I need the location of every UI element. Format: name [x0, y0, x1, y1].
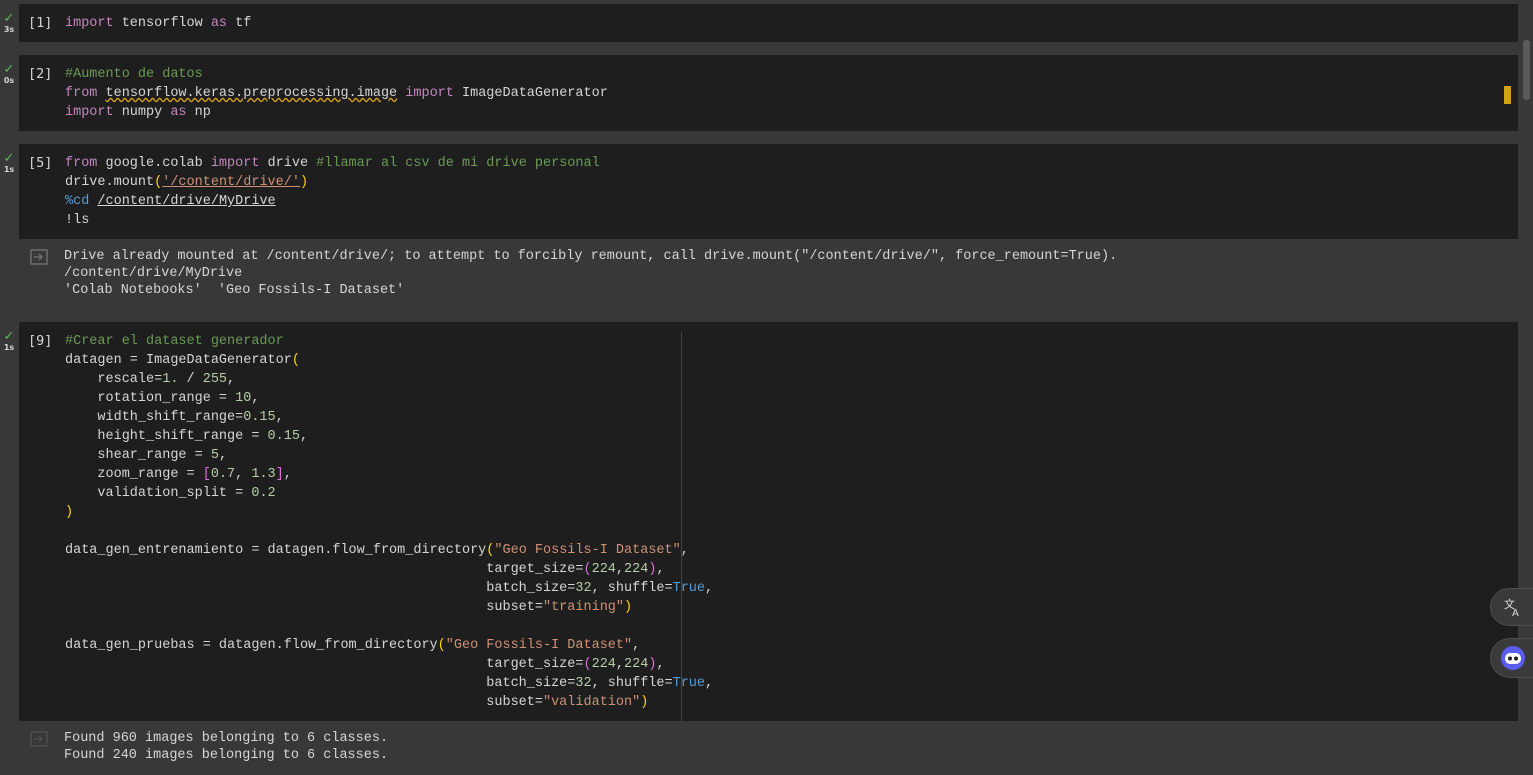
run-status-cell-3[interactable]: ✓ 1s — [0, 151, 18, 175]
run-status-cell-1[interactable]: ✓ 3s — [0, 11, 18, 35]
output-icon[interactable] — [30, 731, 48, 747]
exec-count: [9] — [28, 333, 53, 349]
exec-duration: 1s — [3, 343, 15, 352]
assistant-icon — [1500, 646, 1525, 670]
code-editor[interactable]: from google.colab import drive #llamar a… — [65, 154, 600, 230]
translate-icon: 文 A — [1504, 597, 1519, 617]
code-editor[interactable]: #Crear el dataset generador datagen = Im… — [65, 332, 713, 712]
code-cell-2[interactable]: [2] #Aumento de datos from tensorflow.ke… — [19, 55, 1518, 131]
check-icon: ✓ — [3, 11, 15, 26]
run-status-cell-4[interactable]: ✓ 1s — [0, 329, 18, 353]
code-line: import tensorflow as tf — [65, 16, 252, 31]
exec-duration: 1s — [3, 165, 15, 174]
output-area-cell-4: Found 960 images belonging to 6 classes.… — [0, 722, 1520, 775]
text-cursor — [1504, 86, 1511, 104]
code-editor[interactable]: import tensorflow as tf — [65, 14, 251, 33]
exec-count: [5] — [28, 155, 53, 171]
code-cell-1[interactable]: [1] import tensorflow as tf — [19, 4, 1518, 42]
check-icon: ✓ — [3, 62, 15, 77]
output-area-cell-3: Drive already mounted at /content/drive/… — [0, 240, 1520, 310]
code-editor[interactable]: #Aumento de datos from tensorflow.keras.… — [65, 65, 608, 122]
run-status-cell-2[interactable]: ✓ 0s — [0, 62, 18, 86]
translate-button[interactable]: 文 A — [1490, 588, 1533, 626]
exec-count: [1] — [28, 15, 53, 31]
code-cell-4[interactable]: [9] #Crear el dataset generador datagen … — [19, 322, 1518, 722]
exec-count: [2] — [28, 66, 53, 82]
exec-duration: 3s — [3, 25, 15, 34]
check-icon: ✓ — [3, 151, 15, 166]
code-cell-3[interactable]: [5] from google.colab import drive #llam… — [19, 144, 1518, 239]
output-icon[interactable] — [30, 249, 48, 265]
output-text: Found 960 images belonging to 6 classes.… — [64, 731, 389, 763]
output-text: Drive already mounted at /content/drive/… — [64, 249, 1118, 298]
svg-text:A: A — [1512, 608, 1519, 617]
exec-duration: 0s — [3, 76, 15, 85]
assistant-button[interactable] — [1490, 638, 1533, 678]
check-icon: ✓ — [3, 329, 15, 344]
scrollbar-thumb[interactable] — [1523, 40, 1530, 100]
